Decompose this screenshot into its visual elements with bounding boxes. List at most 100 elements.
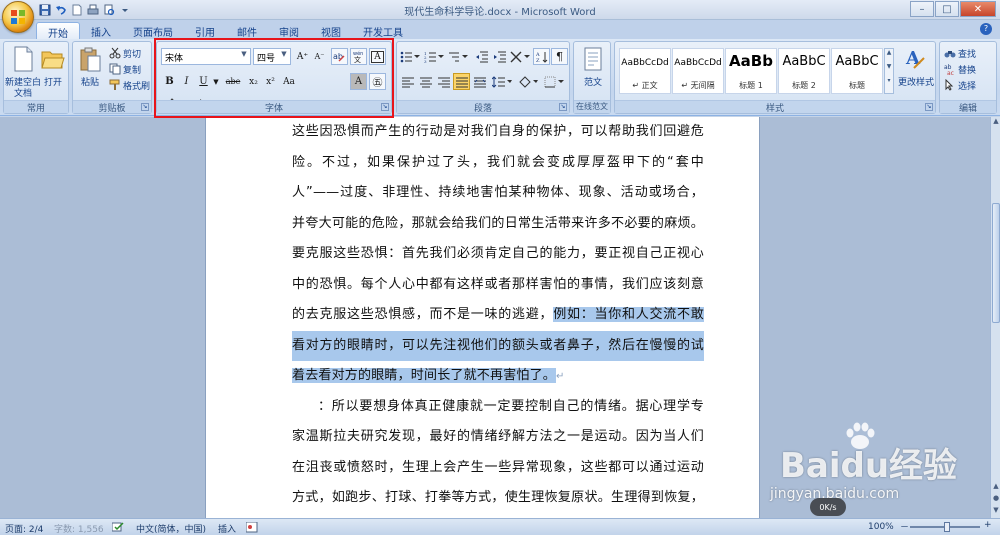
style-no-spacing[interactable]: AaBbCcDd ↵ 无间隔 [672, 48, 724, 94]
shrink-font-button[interactable]: A⁻ [311, 48, 328, 65]
selected-text[interactable]: 例如：当你和人交流不敢 [553, 307, 704, 322]
style-normal[interactable]: AaBbCcDd ↵ 正文 [619, 48, 671, 94]
doc-line[interactable]: 中的恐惧。每个人心中都有这样或者那样害怕的事情，我们应该刻意 [292, 270, 704, 301]
zoom-level[interactable]: 100% [868, 522, 894, 532]
tab-page-layout[interactable]: 页面布局 [122, 22, 184, 39]
tab-review[interactable]: 审阅 [268, 22, 310, 39]
vertical-scrollbar[interactable]: ▲ ▲ ● ▼ [990, 117, 1000, 518]
show-marks-button[interactable]: ¶ [551, 48, 568, 65]
document-body[interactable]: 这些因恐惧而产生的行动是对我们自身的保护，可以帮助我们回避危 险。不过，如果保护… [292, 117, 704, 514]
grow-font-button[interactable]: A⁺ [294, 48, 311, 65]
line-spacing-button[interactable] [491, 73, 513, 90]
style-title[interactable]: AaBbC 标题 [831, 48, 883, 94]
justify-button[interactable] [453, 73, 470, 90]
find-button[interactable]: 查找 [944, 46, 976, 60]
clipboard-launcher-icon[interactable]: ↘ [141, 103, 149, 111]
borders-button[interactable] [543, 73, 565, 90]
change-case-button[interactable]: Aa [279, 73, 299, 90]
doc-line[interactable]: 的去克服这些恐惧感，而不是一味的逃避，例如：当你和人交流不敢 [292, 300, 704, 331]
tab-references[interactable]: 引用 [184, 22, 226, 39]
doc-line[interactable]: 着去看对方的眼睛，时间长了就不再害怕了。↵ [292, 361, 704, 392]
underline-button[interactable]: U [195, 73, 212, 90]
paste-button[interactable]: 粘贴 [75, 46, 105, 100]
shading-button[interactable] [517, 73, 539, 90]
select-button[interactable]: 选择 [944, 78, 976, 92]
proofing-icon[interactable] [111, 522, 124, 533]
sample-docs-button[interactable]: 范文 [575, 46, 611, 100]
doc-line[interactable]: 家温斯拉夫研究发现，最好的情绪纾解方法之一是运动。因为当人们 [292, 422, 704, 453]
doc-line[interactable]: 这些因恐惧而产生的行动是对我们自身的保护，可以帮助我们回避危 [292, 117, 704, 148]
doc-line[interactable]: 人”——过度、非理性、持续地害怕某种物体、现象、活动或场合， [292, 178, 704, 209]
macro-record-icon[interactable] [245, 521, 258, 533]
bullets-button[interactable] [399, 48, 421, 65]
bold-button[interactable]: B [161, 73, 178, 90]
scroll-up-icon[interactable]: ▲ [991, 117, 1000, 129]
doc-line[interactable]: ：所以要想身体真正健康就一定要控制自己的情绪。据心理学专 [292, 392, 704, 423]
decrease-indent-button[interactable] [473, 48, 490, 65]
styles-launcher-icon[interactable]: ↘ [925, 103, 933, 111]
align-left-button[interactable] [399, 73, 416, 90]
subscript-button[interactable]: x₂ [245, 73, 262, 90]
font-size-combo[interactable]: 四号 ▼ [253, 48, 291, 65]
align-right-button[interactable] [435, 73, 452, 90]
superscript-button[interactable]: x² [262, 73, 279, 90]
word-count[interactable]: 字数: 1,556 [54, 522, 104, 535]
styles-gallery-scroll[interactable]: ▲ ▼ ▾ [884, 48, 894, 94]
font-name-combo[interactable]: 宋体 ▼ [161, 48, 251, 65]
scrollbar-thumb[interactable] [992, 203, 1000, 323]
tab-developer[interactable]: 开发工具 [352, 22, 414, 39]
insert-mode[interactable]: 插入 [218, 522, 236, 535]
font-launcher-icon[interactable]: ↘ [381, 103, 389, 111]
language-indicator[interactable]: 中文(简体，中国) [136, 522, 206, 535]
next-page-icon[interactable]: ▼ [991, 506, 1000, 518]
italic-button[interactable]: I [178, 73, 195, 90]
enclose-characters-button[interactable]: ㊄ [369, 73, 386, 90]
underline-dropdown-icon[interactable]: ▼ [211, 73, 221, 90]
style-heading-2[interactable]: AaBbC 标题 2 [778, 48, 830, 94]
cut-button[interactable]: 剪切 [109, 46, 141, 60]
tab-view[interactable]: 视图 [310, 22, 352, 39]
tab-mailings[interactable]: 邮件 [226, 22, 268, 39]
copy-button[interactable]: 复制 [109, 62, 141, 76]
document-page[interactable]: 这些因恐惧而产生的行动是对我们自身的保护，可以帮助我们回避危 险。不过，如果保护… [205, 117, 760, 518]
distributed-button[interactable] [471, 73, 488, 90]
multilevel-list-button[interactable] [447, 48, 469, 65]
doc-line[interactable]: 要克服这些恐惧：首先我们必须肯定自己的能力，要正视自己正视心 [292, 239, 704, 270]
help-icon[interactable]: ? [980, 23, 992, 35]
sort-button[interactable]: AZ [533, 48, 550, 65]
zoom-out-button[interactable]: － [900, 520, 909, 533]
maximize-button[interactable]: □ [935, 1, 959, 17]
paragraph-launcher-icon[interactable]: ↘ [559, 103, 567, 111]
character-border-button[interactable]: A [369, 48, 386, 65]
doc-line[interactable]: 并夸大可能的危险，那就会给我们的日常生活带来许多不必要的麻烦。 [292, 209, 704, 240]
format-painter-button[interactable]: 格式刷 [109, 78, 150, 92]
browse-object-icon[interactable]: ● [991, 494, 1000, 506]
style-heading-1[interactable]: AaBb 标题 1 [725, 48, 777, 94]
align-center-button[interactable] [417, 73, 434, 90]
increase-indent-button[interactable] [491, 48, 508, 65]
selected-text[interactable]: 看对方的眼睛时，可以先注视他们的额头或者鼻子，然后在慢慢的试 [292, 330, 704, 361]
page-indicator[interactable]: 页面: 2/4 [5, 522, 43, 535]
zoom-slider-knob[interactable] [944, 522, 950, 532]
replace-button[interactable]: ab ac 替换 [944, 62, 976, 77]
doc-line[interactable]: 在沮丧或愤怒时，生理上会产生一些异常现象，这些都可以通过运动 [292, 453, 704, 484]
tab-home[interactable]: 开始 [36, 22, 80, 40]
open-button[interactable]: 打开 [38, 46, 68, 100]
change-styles-button[interactable]: A 更改样式 [897, 46, 935, 100]
pinyin-guide-button[interactable]: wén 文 [350, 48, 367, 65]
tab-insert[interactable]: 插入 [80, 22, 122, 39]
numbering-button[interactable]: 123 [423, 48, 445, 65]
close-button[interactable]: ✕ [960, 1, 996, 17]
clear-format-button[interactable]: ab [331, 48, 348, 65]
doc-line[interactable]: 险。不过，如果保护过了头，我们就会变成厚厚盔甲下的“套中 [292, 148, 704, 179]
chinese-layout-button[interactable] [509, 48, 531, 65]
previous-page-icon[interactable]: ▲ [991, 482, 1000, 494]
doc-line[interactable]: 方式，如跑步、打球、打拳等方式，使生理恢复原状。生理得到恢复， [292, 483, 704, 514]
new-blank-doc-button[interactable]: 新建空白文档 [5, 46, 41, 100]
selected-text[interactable]: 着去看对方的眼睛，时间长了就不再害怕了。 [292, 368, 557, 383]
minimize-button[interactable]: – [910, 1, 934, 17]
character-shading-button[interactable]: A [350, 73, 367, 90]
doc-line[interactable]: 看对方的眼睛时，可以先注视他们的额头或者鼻子，然后在慢慢的试 [292, 330, 704, 361]
office-button[interactable] [2, 1, 34, 33]
strikethrough-button[interactable]: abe [223, 73, 243, 90]
